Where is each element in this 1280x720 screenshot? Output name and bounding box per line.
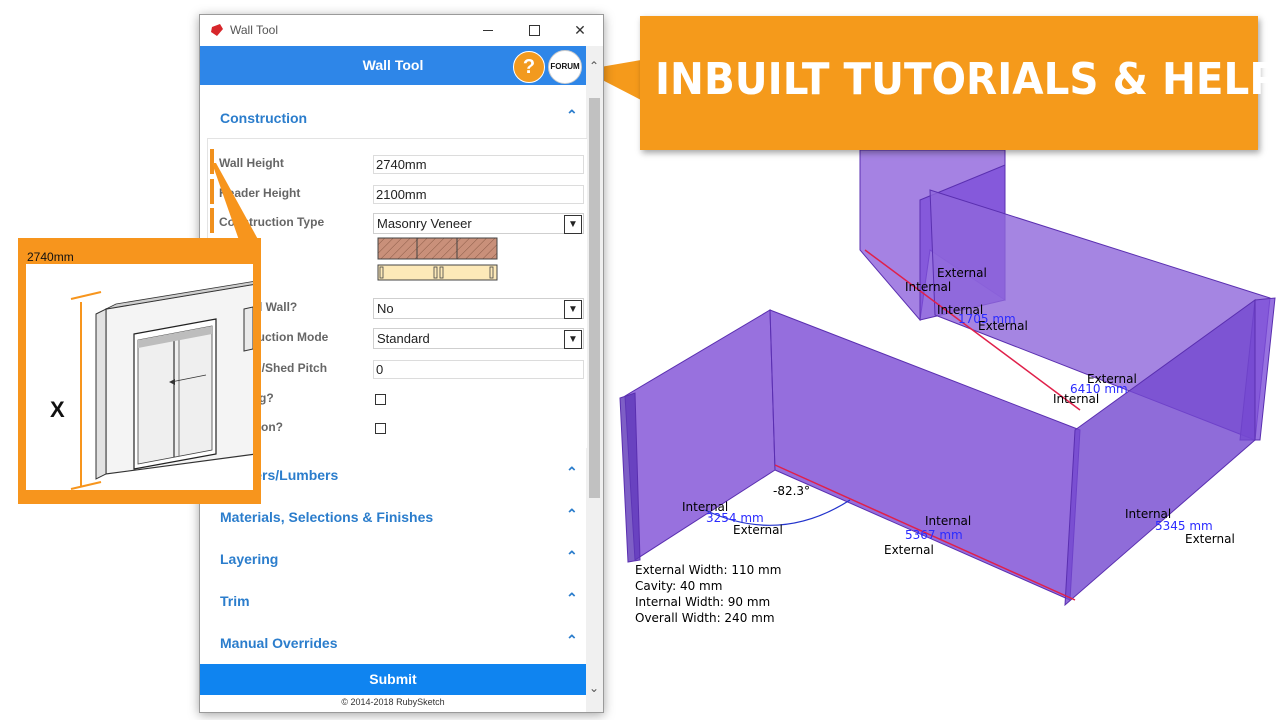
scroll-down-icon[interactable]: ⌄: [589, 681, 599, 695]
maximize-icon: [528, 25, 540, 36]
dimension-label: 5367 mm: [905, 528, 963, 542]
chevron-up-icon[interactable]: ⌃: [566, 464, 578, 481]
wall-face-label: External: [884, 543, 934, 557]
construction-preview: [377, 237, 498, 281]
window-title: Wall Tool: [230, 23, 279, 37]
construction-type-select[interactable]: Masonry Veneer ▼: [373, 213, 584, 234]
info-cavity: Cavity: 40 mm: [635, 579, 723, 593]
construction-type-value: Masonry Veneer: [377, 216, 472, 231]
wall-face-label: Internal: [905, 280, 952, 294]
forum-button[interactable]: FORUM: [548, 50, 582, 84]
internal-wall-value: No: [377, 301, 394, 316]
info-external-width: External Width: 110 mm: [635, 563, 782, 577]
wall-face-label: External: [1185, 532, 1235, 546]
chevron-up-icon[interactable]: ⌃: [566, 548, 578, 565]
skillion-pitch-input[interactable]: 0: [373, 360, 584, 379]
chevron-up-icon[interactable]: ⌃: [566, 632, 578, 649]
maximize-button[interactable]: [511, 17, 557, 44]
copyright-footer: © 2014-2018 RubySketch: [341, 697, 445, 707]
chevron-up-icon[interactable]: ⌃: [566, 506, 578, 523]
construction-mode-select[interactable]: Standard ▼: [373, 328, 584, 349]
chevron-up-icon[interactable]: ⌃: [566, 107, 578, 124]
banner-text: INBUILT TUTORIALS & HELP: [655, 54, 1280, 105]
framing-checkbox[interactable]: [375, 394, 386, 405]
chevron-down-icon: ▼: [564, 300, 582, 319]
inset-dimension-label: 2740mm: [27, 250, 74, 264]
tutorial-inset: 2740mm X: [18, 238, 261, 504]
section-layering[interactable]: Layering: [220, 551, 278, 567]
section-materials[interactable]: Materials, Selections & Finishes: [220, 509, 433, 525]
app-icon: [211, 24, 223, 36]
promo-banner: INBUILT TUTORIALS & HELP: [640, 16, 1279, 150]
wall-face-label: External: [937, 266, 987, 280]
angle-label: -82.3°: [773, 484, 811, 498]
wall-face-label: Internal: [925, 514, 972, 528]
close-button[interactable]: ✕: [557, 17, 603, 44]
section-trim[interactable]: Trim: [220, 593, 250, 609]
close-icon: ✕: [574, 22, 586, 38]
insulation-checkbox[interactable]: [375, 423, 386, 434]
help-button[interactable]: ?: [513, 51, 545, 83]
info-internal-width: Internal Width: 90 mm: [635, 595, 771, 609]
chevron-down-icon: ▼: [564, 330, 582, 349]
wall-face-label: Internal: [1053, 392, 1100, 406]
inset-illustration: X: [26, 264, 253, 490]
axis-label: X: [50, 397, 65, 422]
construction-mode-value: Standard: [377, 331, 430, 346]
header-height-input[interactable]: 2100mm: [373, 185, 584, 204]
wall-height-input[interactable]: 2740mm: [373, 155, 584, 174]
section-manual-overrides[interactable]: Manual Overrides: [220, 635, 338, 651]
chevron-up-icon[interactable]: ⌃: [566, 590, 578, 607]
section-construction[interactable]: Construction: [220, 110, 307, 126]
scroll-up-icon[interactable]: ⌃: [589, 59, 599, 73]
dimension-label: 5345 mm: [1155, 519, 1213, 533]
internal-wall-select[interactable]: No ▼: [373, 298, 584, 319]
wall-face-label: External: [733, 523, 783, 537]
minimize-icon: [483, 30, 493, 31]
wall-face-label: External: [978, 319, 1028, 333]
title-bar[interactable]: Wall Tool ✕: [200, 15, 603, 46]
scrollbar-thumb[interactable]: [589, 98, 600, 498]
chevron-down-icon: ▼: [564, 215, 582, 234]
minimize-button[interactable]: [465, 17, 511, 44]
info-overall-width: Overall Width: 240 mm: [635, 611, 775, 625]
wall-door-illustration: [70, 281, 253, 490]
submit-button[interactable]: Submit: [200, 664, 586, 695]
